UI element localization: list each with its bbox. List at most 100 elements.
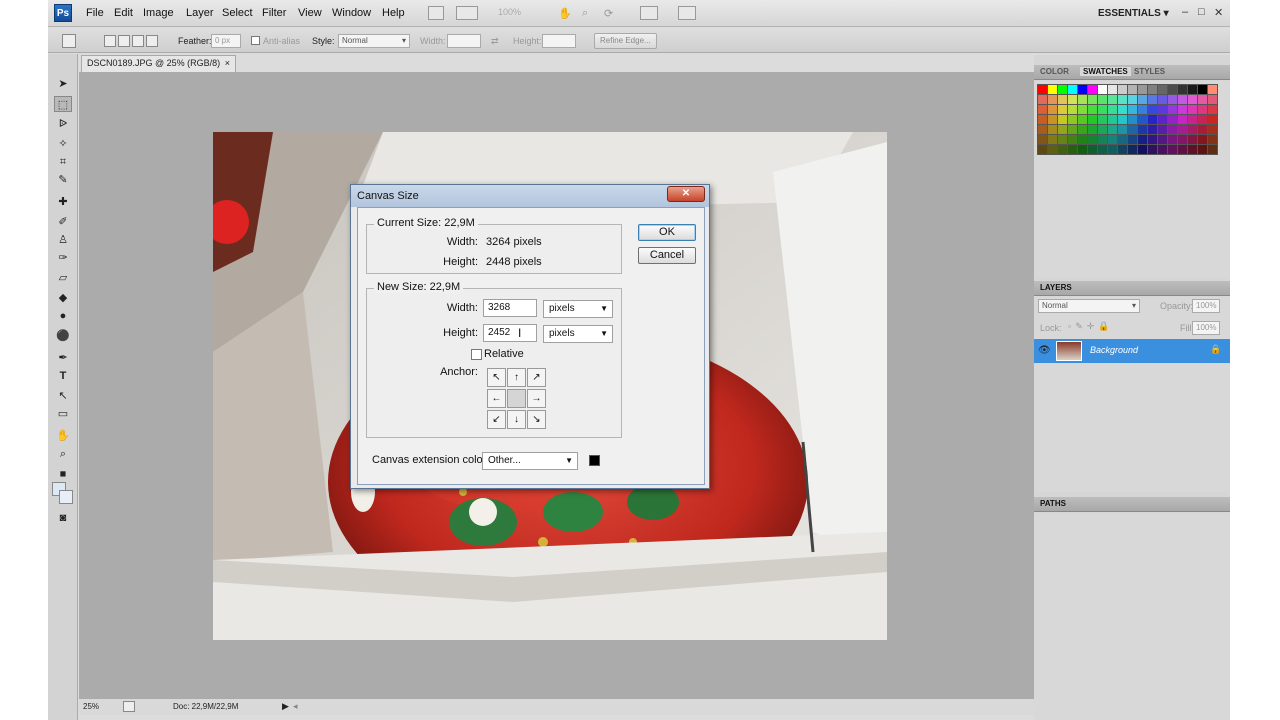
swatch[interactable] — [1177, 84, 1188, 95]
swatch[interactable] — [1087, 114, 1098, 125]
swatch[interactable] — [1137, 114, 1148, 125]
path-select-icon[interactable]: ↖ — [54, 388, 72, 404]
history-brush-icon[interactable]: ✑ — [54, 250, 72, 266]
swatch[interactable] — [1047, 124, 1058, 135]
layer-name[interactable]: Background — [1090, 345, 1138, 355]
swatch[interactable] — [1127, 104, 1138, 115]
swatch[interactable] — [1187, 94, 1198, 105]
swatch[interactable] — [1207, 134, 1218, 145]
swatch[interactable] — [1167, 144, 1178, 155]
tab-styles[interactable]: STYLES — [1134, 67, 1165, 76]
anchor-top-icon[interactable]: ↑ — [507, 368, 526, 387]
relative-checkbox[interactable] — [471, 349, 482, 360]
swatch[interactable] — [1067, 114, 1078, 125]
swatch[interactable] — [1197, 84, 1208, 95]
anchor-center-icon[interactable] — [507, 389, 526, 408]
swatch[interactable] — [1037, 84, 1048, 95]
pen-tool-icon[interactable]: ✒ — [54, 350, 72, 366]
rotate-view-icon[interactable]: ⟳ — [604, 7, 613, 20]
swatch[interactable] — [1177, 94, 1188, 105]
dodge-tool-icon[interactable]: ⚫ — [54, 328, 72, 344]
swatch[interactable] — [1157, 144, 1168, 155]
swatch[interactable] — [1157, 134, 1168, 145]
minimize-button[interactable]: – — [1182, 6, 1188, 18]
swatch[interactable] — [1137, 124, 1148, 135]
swatch[interactable] — [1137, 104, 1148, 115]
swatch[interactable] — [1187, 134, 1198, 145]
new-selection-icon[interactable] — [104, 35, 116, 47]
anchor-bottom-right-icon[interactable]: ↘ — [527, 410, 546, 429]
swatch[interactable] — [1067, 84, 1078, 95]
swatch[interactable] — [1127, 134, 1138, 145]
swatch[interactable] — [1117, 114, 1128, 125]
tab-paths[interactable]: PATHS — [1040, 499, 1066, 508]
swatch[interactable] — [1187, 114, 1198, 125]
swatch[interactable] — [1067, 104, 1078, 115]
swatch[interactable] — [1097, 124, 1108, 135]
hand-icon[interactable]: ✋ — [54, 428, 72, 444]
lasso-tool-icon[interactable]: ᐉ — [54, 116, 72, 132]
tab-color[interactable]: COLOR — [1040, 67, 1069, 76]
menu-image[interactable]: Image — [143, 7, 174, 19]
screen-mode-icon[interactable] — [678, 6, 696, 20]
swatch[interactable] — [1207, 94, 1218, 105]
zoom-tool-icon[interactable]: ⌕ — [582, 7, 588, 20]
swatch[interactable] — [1117, 144, 1128, 155]
swatch[interactable] — [1077, 124, 1088, 135]
swatch[interactable] — [1037, 144, 1048, 155]
width-input[interactable] — [447, 34, 481, 48]
swatch[interactable] — [1117, 104, 1128, 115]
menu-edit[interactable]: Edit — [114, 7, 133, 19]
swatch[interactable] — [1047, 84, 1058, 95]
tab-swatches[interactable]: SWATCHES — [1080, 67, 1131, 76]
hand-tool-icon[interactable]: ✋ — [558, 7, 572, 20]
shape-tool-icon[interactable]: ▭ — [54, 406, 72, 422]
swatch[interactable] — [1107, 124, 1118, 135]
swatch[interactable] — [1117, 134, 1128, 145]
swatch[interactable] — [1057, 134, 1068, 145]
layer-row-background[interactable]: 👁 Background 🔒 — [1034, 339, 1230, 363]
fill-input[interactable]: 100% — [1192, 321, 1220, 335]
swatch[interactable] — [1137, 94, 1148, 105]
marquee-tool-icon[interactable]: ⬚ — [54, 96, 72, 112]
swatch[interactable] — [1127, 94, 1138, 105]
add-selection-icon[interactable] — [118, 35, 130, 47]
swatch[interactable] — [1207, 84, 1218, 95]
subtract-selection-icon[interactable] — [132, 35, 144, 47]
anchor-right-icon[interactable]: → — [527, 389, 546, 408]
menu-window[interactable]: Window — [332, 7, 371, 19]
new-width-unit-select[interactable]: pixels ▼ — [543, 300, 613, 318]
swatch[interactable] — [1117, 84, 1128, 95]
feather-input[interactable]: 0 px — [211, 34, 241, 48]
swatch[interactable] — [1167, 124, 1178, 135]
swatch[interactable] — [1037, 104, 1048, 115]
swatch[interactable] — [1057, 114, 1068, 125]
scroll-left-icon[interactable]: ◂ — [293, 701, 298, 712]
swatch[interactable] — [1207, 124, 1218, 135]
swatch[interactable] — [1107, 94, 1118, 105]
swatch[interactable] — [1147, 134, 1158, 145]
status-menu-arrow-icon[interactable]: ▶ — [282, 701, 289, 712]
swatch[interactable] — [1097, 134, 1108, 145]
swap-icon[interactable]: ⇄ — [491, 36, 499, 47]
swatch[interactable] — [1067, 144, 1078, 155]
ok-button[interactable]: OK — [638, 224, 696, 241]
anchor-bottom-left-icon[interactable]: ↙ — [487, 410, 506, 429]
bridge-icon[interactable] — [428, 6, 444, 20]
blur-tool-icon[interactable]: ● — [54, 308, 72, 324]
intersect-selection-icon[interactable] — [146, 35, 158, 47]
tab-layers[interactable]: LAYERS — [1040, 283, 1072, 292]
menu-select[interactable]: Select — [222, 7, 253, 19]
swatch[interactable] — [1067, 124, 1078, 135]
extension-color-select[interactable]: Other... ▼ — [482, 452, 578, 470]
antialias-checkbox[interactable] — [251, 36, 260, 45]
swatch[interactable] — [1167, 114, 1178, 125]
opacity-input[interactable]: 100% — [1192, 299, 1220, 313]
swatch[interactable] — [1147, 124, 1158, 135]
menu-layer[interactable]: Layer — [186, 7, 214, 19]
swatch[interactable] — [1107, 104, 1118, 115]
quick-mask-icon[interactable]: ◙ — [54, 510, 72, 526]
anchor-left-icon[interactable]: ← — [487, 389, 506, 408]
swatch[interactable] — [1047, 94, 1058, 105]
visibility-eye-icon[interactable]: 👁 — [1038, 345, 1051, 356]
